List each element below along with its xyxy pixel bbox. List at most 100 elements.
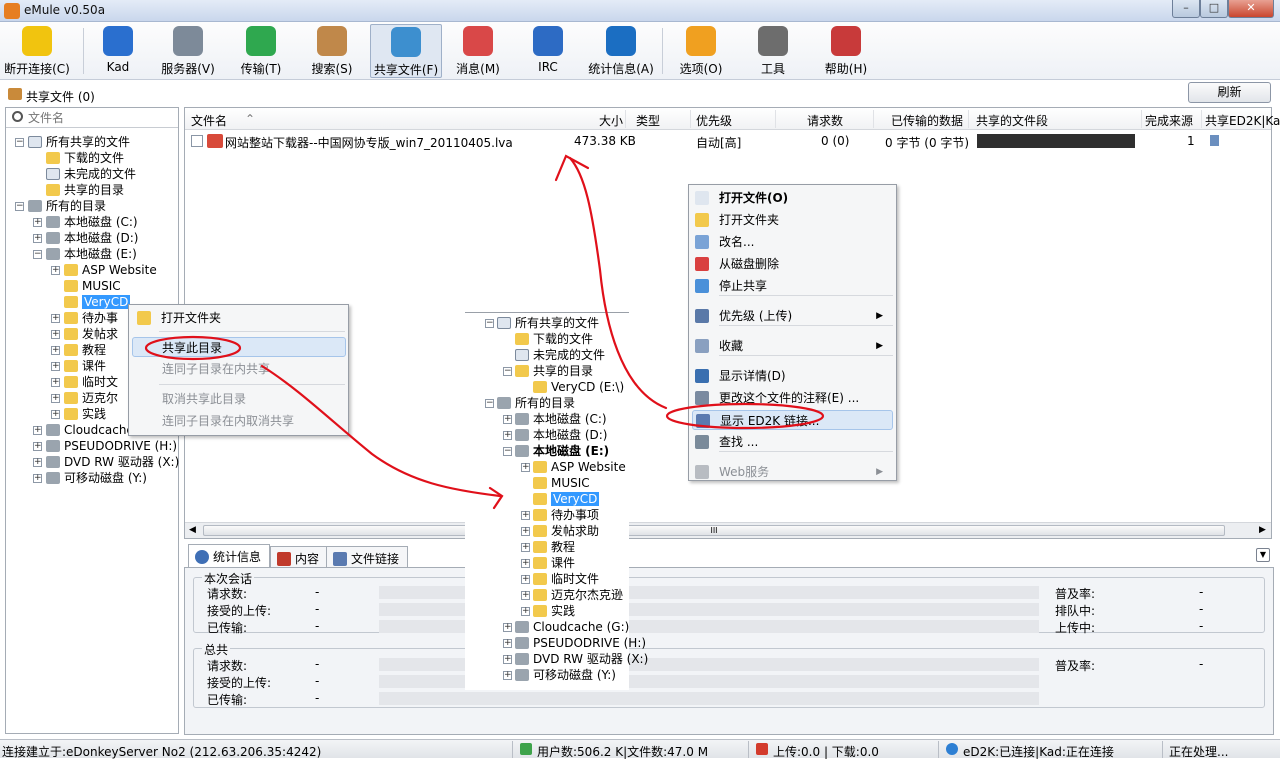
col-transferred[interactable]: 已传输的数据: [891, 112, 963, 129]
tree-item[interactable]: Cloudcache: [46, 422, 134, 438]
col-complete-sources[interactable]: 完成来源: [1145, 112, 1193, 129]
file-menu-item[interactable]: 打开文件夹: [692, 210, 893, 230]
tree-item[interactable]: DVD RW 驱动器 (X:): [46, 454, 179, 470]
tree-item[interactable]: MUSIC: [64, 278, 121, 294]
expand-toggle[interactable]: +: [51, 346, 60, 355]
expand-toggle[interactable]: +: [51, 266, 60, 275]
scroll-thumb[interactable]: III: [203, 525, 1225, 536]
drive-icon: [515, 445, 529, 457]
expand-toggle[interactable]: +: [33, 458, 42, 467]
col-filename[interactable]: 文件名: [191, 112, 227, 129]
shared-files-button[interactable]: 共享文件(F): [370, 24, 442, 78]
col-shared-ed2k[interactable]: 共享ED2K|Ka: [1205, 112, 1280, 129]
file-menu-item[interactable]: 打开文件(O): [692, 188, 893, 208]
expand-toggle[interactable]: −: [15, 202, 24, 211]
scroll-left-arrow-icon[interactable]: ◀: [189, 525, 196, 535]
stat-text: -: [1199, 619, 1204, 633]
snapshot-tree-label: 临时文件: [551, 572, 600, 586]
tree-item[interactable]: ASP Website: [64, 262, 157, 278]
expand-toggle[interactable]: +: [51, 394, 60, 403]
tree-item[interactable]: 共享的目录: [46, 182, 124, 198]
tree-item[interactable]: 未完成的文件: [46, 166, 136, 182]
irc-button[interactable]: IRC: [520, 24, 576, 78]
file-menu-item[interactable]: 收藏 ▶: [692, 336, 893, 356]
tree-item[interactable]: 发帖求: [64, 326, 118, 342]
panel-dropdown-icon[interactable]: ▼: [1256, 548, 1270, 562]
file-menu-item[interactable]: 显示 ED2K 链接...: [692, 410, 893, 430]
tree-item[interactable]: 迈克尔: [64, 390, 118, 406]
file-menu-item[interactable]: 更改这个文件的注释(E) ...: [692, 388, 893, 408]
file-menu-item[interactable]: 优先级 (上传) ▶: [692, 306, 893, 326]
tree-item-label: 临时文: [82, 375, 119, 389]
search-button[interactable]: 搜索(S): [302, 24, 362, 78]
tree-item[interactable]: 课件: [64, 358, 106, 374]
tree-item[interactable]: 实践: [64, 406, 106, 422]
file-row[interactable]: 网站整站下载器--中国网协专版_win7_20110405.lva 473.38…: [185, 132, 1271, 150]
horizontal-scrollbar[interactable]: ◀ III ▶: [185, 522, 1271, 538]
expand-toggle[interactable]: −: [33, 250, 42, 259]
stat-text: 排队中:: [1055, 604, 1096, 618]
expand-toggle[interactable]: +: [51, 410, 60, 419]
file-menu-item[interactable]: Web服务 ▶: [692, 462, 893, 482]
tree-item[interactable]: PSEUDODRIVE (H:): [46, 438, 177, 454]
expand-toggle[interactable]: +: [51, 314, 60, 323]
file-menu-item[interactable]: 从磁盘删除: [692, 254, 893, 274]
col-type[interactable]: 类型: [636, 112, 660, 129]
tab-file-link[interactable]: 文件链接: [326, 546, 409, 568]
file-menu-item[interactable]: 查找 ...: [692, 432, 893, 452]
expand-toggle[interactable]: +: [33, 474, 42, 483]
expand-toggle[interactable]: +: [51, 378, 60, 387]
help-button[interactable]: 帮助(H): [816, 24, 876, 78]
tree-item[interactable]: 下载的文件: [46, 150, 124, 166]
file-menu-item[interactable]: 停止共享: [692, 276, 893, 296]
expand-toggle[interactable]: +: [33, 426, 42, 435]
filename-search-input[interactable]: [28, 110, 173, 125]
statistics-label: 统计信息(A): [588, 62, 654, 76]
transfers-button[interactable]: 传输(T): [232, 24, 290, 78]
expand-toggle[interactable]: +: [51, 362, 60, 371]
expand-toggle[interactable]: +: [33, 442, 42, 451]
folder-icon: [533, 493, 547, 505]
tab-statistics[interactable]: 统计信息: [188, 544, 271, 568]
file-menu-item[interactable]: 显示详情(D): [692, 366, 893, 386]
scroll-right-arrow-icon[interactable]: ▶: [1259, 525, 1266, 535]
tree-item[interactable]: 所有的目录: [28, 198, 106, 214]
tree-item[interactable]: VeryCD: [64, 294, 131, 310]
expand-toggle[interactable]: +: [33, 234, 42, 243]
server-icon: [173, 26, 203, 56]
tree-item[interactable]: 待办事: [64, 310, 118, 326]
col-requests[interactable]: 请求数: [807, 112, 843, 129]
tree-item[interactable]: 可移动磁盘 (Y:): [46, 470, 147, 486]
tree-item[interactable]: 本地磁盘 (C:): [46, 214, 138, 230]
file-menu-item[interactable]: 改名...: [692, 232, 893, 252]
tree-item-label: MUSIC: [82, 279, 121, 293]
menu-share-directory[interactable]: 共享此目录: [132, 337, 346, 357]
expand-toggle[interactable]: −: [15, 138, 24, 147]
expand-toggle[interactable]: +: [33, 218, 42, 227]
disconnect-button[interactable]: 断开连接(C): [2, 24, 72, 78]
tree-item[interactable]: 本地磁盘 (E:): [46, 246, 137, 262]
tree-item[interactable]: 教程: [64, 342, 106, 358]
file-checkbox[interactable]: [191, 135, 203, 147]
expand-toggle[interactable]: +: [51, 330, 60, 339]
close-button[interactable]: ✕: [1228, 0, 1274, 18]
messages-button[interactable]: 消息(M): [450, 24, 506, 78]
tools-button[interactable]: 工具: [746, 24, 800, 78]
col-file-parts[interactable]: 共享的文件段: [976, 112, 1048, 129]
menu-open-folder[interactable]: 打开文件夹: [133, 308, 345, 328]
tree-item[interactable]: 本地磁盘 (D:): [46, 230, 138, 246]
minimize-button[interactable]: –: [1172, 0, 1200, 18]
maximize-button[interactable]: □: [1200, 0, 1228, 18]
tree-item[interactable]: 所有共享的文件: [28, 134, 130, 150]
tree-item[interactable]: 临时文: [64, 374, 118, 390]
col-priority[interactable]: 优先级: [696, 112, 732, 129]
col-size[interactable]: 大小: [599, 112, 623, 129]
options-button[interactable]: 选项(O): [672, 24, 730, 78]
tab-content[interactable]: 内容: [270, 546, 329, 568]
refresh-button[interactable]: 刷新: [1188, 82, 1271, 103]
servers-button[interactable]: 服务器(V): [156, 24, 220, 78]
statistics-button[interactable]: 统计信息(A): [585, 24, 657, 78]
kad-button[interactable]: Kad: [90, 24, 146, 78]
snapshot-tree-item: 本地磁盘 (E:): [515, 443, 609, 459]
shared-files-icon: [391, 27, 421, 57]
